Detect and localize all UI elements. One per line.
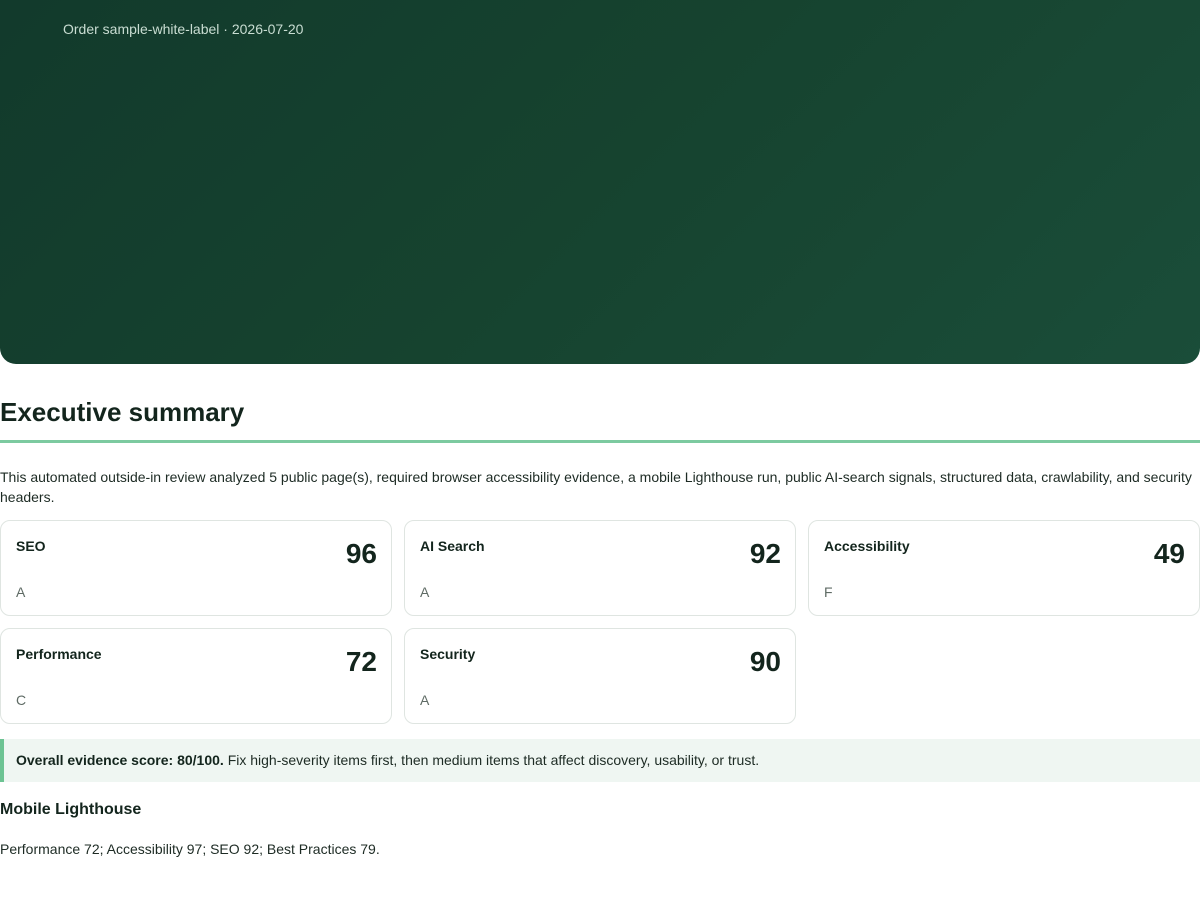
score-card-grade: A bbox=[420, 584, 430, 600]
overall-score-callout: Overall evidence score: 80/100. Fix high… bbox=[0, 739, 1200, 782]
score-card-ai-search: AI Search 92 A bbox=[404, 520, 796, 616]
score-card-value: 49 bbox=[1153, 538, 1185, 569]
score-card-accessibility: Accessibility 49 F bbox=[808, 520, 1200, 616]
overall-score-strong: Overall evidence score: 80/100. bbox=[16, 752, 224, 768]
score-card-grade: C bbox=[16, 692, 27, 708]
score-card-label: SEO bbox=[16, 538, 46, 554]
section-title-mobile-lighthouse: Mobile Lighthouse bbox=[0, 801, 142, 818]
score-card-value: 92 bbox=[749, 538, 781, 569]
score-card-grade: F bbox=[824, 584, 833, 600]
score-card-label: Security bbox=[420, 646, 476, 662]
score-card-label: Performance bbox=[16, 646, 102, 662]
score-card-label: AI Search bbox=[420, 538, 485, 554]
score-card-value: 72 bbox=[345, 646, 377, 677]
score-card-label: Accessibility bbox=[824, 538, 910, 554]
score-card-seo: SEO 96 A bbox=[0, 520, 392, 616]
mobile-lighthouse-scores: Performance 72; Accessibility 97; SEO 92… bbox=[0, 841, 380, 857]
score-card-grade: A bbox=[420, 692, 430, 708]
score-card-value: 90 bbox=[749, 646, 781, 677]
score-card-security: Security 90 A bbox=[404, 628, 796, 724]
report-hero: Order sample-white-label · 2026-07-20 bbox=[0, 0, 1200, 364]
order-meta: Order sample-white-label · 2026-07-20 bbox=[63, 21, 304, 37]
overall-score-advice: Fix high-severity items first, then medi… bbox=[223, 752, 760, 768]
section-title-executive-summary: Executive summary bbox=[0, 397, 245, 427]
score-card-performance: Performance 72 C bbox=[0, 628, 392, 724]
score-card-grade: A bbox=[16, 584, 26, 600]
score-card-value: 96 bbox=[345, 538, 377, 569]
summary-intro: This automated outside-in review analyze… bbox=[0, 469, 1192, 505]
section-divider bbox=[0, 440, 1200, 443]
